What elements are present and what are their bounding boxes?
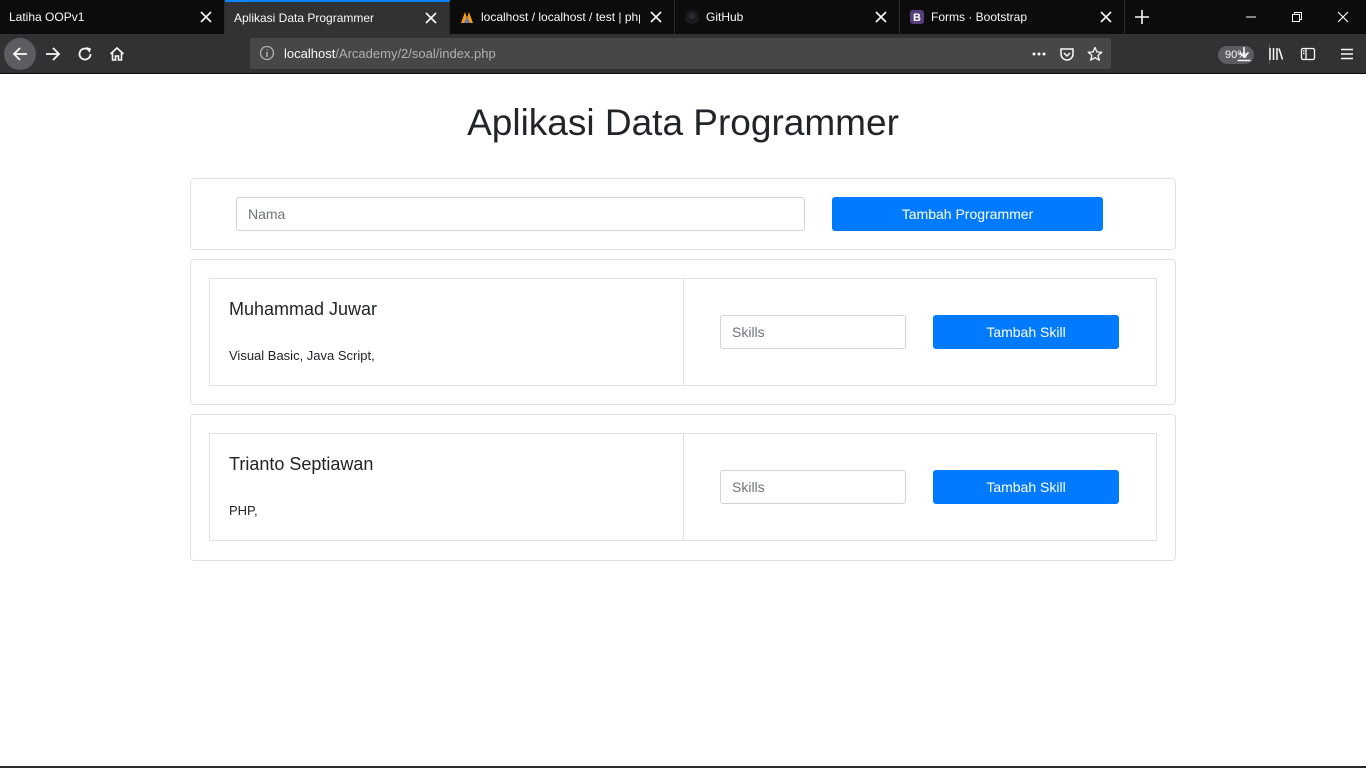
close-tab-icon[interactable]: [873, 9, 889, 25]
svg-text:B: B: [913, 12, 921, 24]
programmer-row: Muhammad Juwar Visual Basic, Java Script…: [209, 278, 1157, 386]
bootstrap-icon: B: [909, 9, 925, 25]
restore-button[interactable]: [1274, 0, 1320, 34]
add-programmer-button[interactable]: Tambah Programmer: [832, 197, 1103, 231]
programmer-skills: Visual Basic, Java Script,: [229, 348, 375, 363]
skill-input[interactable]: [720, 315, 906, 349]
close-icon: [1337, 11, 1349, 23]
tab-bar: Latiha OOPv1 Aplikasi Data Programmer lo…: [0, 0, 1366, 34]
url-path: /Arcademy/2/soal/index.php: [335, 46, 496, 61]
browser-tab[interactable]: Latiha OOPv1: [0, 0, 225, 34]
arrow-right-icon: [46, 47, 61, 61]
close-tab-icon[interactable]: [648, 9, 664, 25]
restore-icon: [1292, 12, 1302, 22]
tab-title: Forms · Bootstrap: [931, 10, 1028, 24]
tab-title: Aplikasi Data Programmer: [234, 11, 375, 25]
programmer-name: Trianto Septiawan: [229, 454, 374, 474]
close-tab-icon[interactable]: [1098, 9, 1114, 25]
navigation-toolbar: localhost/Arcademy/2/soal/index.php 90%: [0, 34, 1366, 74]
close-tab-icon[interactable]: [198, 9, 214, 25]
browser-tab[interactable]: GitHub: [675, 0, 900, 34]
close-window-button[interactable]: [1320, 0, 1366, 34]
phpmyadmin-icon: [459, 9, 475, 25]
programmer-row: Trianto Septiawan PHP, Tambah Skill: [209, 433, 1157, 541]
new-tab-button[interactable]: [1125, 0, 1159, 34]
site-info-icon[interactable]: [259, 45, 275, 66]
minimize-icon: [1246, 16, 1256, 18]
programmer-name-input[interactable]: [236, 197, 805, 231]
address-bar[interactable]: localhost/Arcademy/2/soal/index.php 90%: [250, 38, 1270, 69]
hamburger-menu-icon[interactable]: [1339, 46, 1355, 62]
programmer-info: Muhammad Juwar Visual Basic, Java Script…: [210, 279, 684, 385]
page-actions-icon[interactable]: [1031, 46, 1047, 62]
add-programmer-card: Tambah Programmer: [190, 178, 1176, 250]
browser-tab[interactable]: B Forms · Bootstrap: [900, 0, 1125, 34]
url-text[interactable]: localhost/Arcademy/2/soal/index.php: [284, 46, 496, 61]
programmer-skills: PHP,: [229, 503, 258, 518]
home-icon: [109, 46, 125, 61]
arrow-left-icon: [12, 47, 27, 61]
tab-title: GitHub: [706, 10, 744, 24]
page-content: Aplikasi Data Programmer Tambah Programm…: [0, 74, 1366, 766]
page-title: Aplikasi Data Programmer: [467, 102, 899, 143]
url-host: localhost: [284, 46, 336, 61]
minimize-button[interactable]: [1228, 0, 1274, 34]
programmer-name: Muhammad Juwar: [229, 299, 378, 319]
add-skill-button[interactable]: Tambah Skill: [933, 470, 1119, 504]
tab-title: localhost / localhost / test | phpMyAdmi…: [481, 10, 640, 24]
browser-tab-active[interactable]: Aplikasi Data Programmer: [225, 0, 450, 34]
programmer-card: Muhammad Juwar Visual Basic, Java Script…: [190, 259, 1176, 405]
plus-icon: [1135, 10, 1149, 24]
reload-button[interactable]: [69, 38, 101, 70]
browser-tab[interactable]: localhost / localhost / test | phpMyAdmi…: [450, 0, 675, 34]
back-button[interactable]: [4, 38, 36, 70]
programmer-info: Trianto Septiawan PHP,: [210, 434, 684, 540]
github-icon: [684, 9, 700, 25]
programmer-card: Trianto Septiawan PHP, Tambah Skill: [190, 414, 1176, 561]
forward-button[interactable]: [37, 38, 69, 70]
library-icon[interactable]: [1268, 46, 1284, 62]
bookmark-star-icon[interactable]: [1087, 46, 1103, 62]
reload-icon: [78, 47, 92, 61]
skill-input[interactable]: [720, 470, 906, 504]
home-button[interactable]: [101, 38, 133, 70]
download-icon[interactable]: [1236, 46, 1252, 62]
sidebar-icon[interactable]: [1300, 46, 1316, 62]
pocket-icon[interactable]: [1059, 46, 1075, 62]
tab-title: Latiha OOPv1: [9, 10, 85, 24]
close-tab-icon[interactable]: [423, 10, 439, 26]
add-skill-button[interactable]: Tambah Skill: [933, 315, 1119, 349]
